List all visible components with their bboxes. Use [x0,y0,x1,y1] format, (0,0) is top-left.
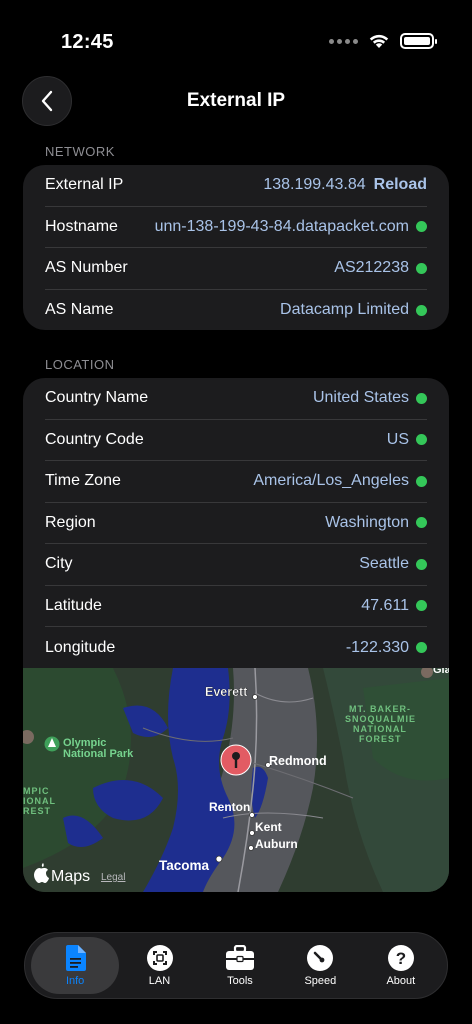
tab-label: About [386,974,416,987]
navigation-bar: External IP [0,76,472,128]
as-number-value[interactable]: AS212238 [334,259,409,277]
row-label: Country Name [45,389,149,407]
tab-bar: Info LAN Tools Speed ? About [24,932,448,999]
park-icon [44,736,60,752]
battery-icon [400,33,437,49]
row-label: AS Name [45,301,114,319]
tab-label: LAN [148,974,171,987]
map-label-forest-4: FOREST [359,734,402,744]
longitude-row: Longitude -122.330 [45,627,427,669]
tab-info[interactable]: Info [31,937,120,994]
map-label-everett: Everett [205,685,248,699]
status-bar: 12:45 [0,0,472,80]
city-row: City Seattle [45,544,427,586]
hostname-row: Hostname unn-138-199-43-84.datapacket.co… [45,207,427,248]
map-label-tacoma: Tacoma [159,858,210,873]
status-dot [416,221,427,233]
map-label-corner: Gla [433,668,449,676]
tab-speed[interactable]: Speed [280,937,360,994]
cellular-signal-icon [329,38,358,44]
region-value[interactable]: Washington [325,514,409,532]
time-zone-row: Time Zone America/Los_Angeles [45,461,427,503]
country-name-row: Country Name United States [45,378,427,420]
country-name-value[interactable]: United States [313,389,409,407]
row-label: External IP [45,176,124,194]
maps-brand: Maps [51,868,90,885]
tab-label: Speed [304,974,337,987]
map-label-redmond: Redmond [269,754,327,768]
map-label-olympic-left-2: IONAL [23,796,56,806]
status-dot [416,434,427,446]
latitude-value[interactable]: 47.611 [361,597,409,615]
tab-lan[interactable]: LAN [119,937,199,994]
row-label: Country Code [45,430,144,448]
tab-label: Info [65,974,85,987]
reload-button[interactable]: Reload [374,176,427,194]
tab-about[interactable]: ? About [361,937,441,994]
status-icons [329,33,437,49]
country-code-row: Country Code US [45,420,427,461]
status-dot [416,642,427,654]
region-row: Region Washington [45,503,427,544]
map-label-renton: Renton [209,800,250,814]
status-dot [416,262,427,274]
map-label-forest-2: SNOQUALMIE [345,714,416,724]
status-dot [416,304,427,316]
row-label: Region [45,513,96,531]
as-name-row: AS Name Datacamp Limited [45,290,427,332]
map-label-olympic-left-3: REST [23,806,51,816]
hostname-value[interactable]: unn-138-199-43-84.datapacket.com [155,218,409,236]
tab-tools[interactable]: Tools [200,937,280,994]
question-icon: ? [387,944,414,971]
map-label-forest-1: MT. BAKER- [349,704,411,714]
country-code-value[interactable]: US [387,431,409,449]
svg-text:?: ? [396,949,406,968]
map-label-forest-3: NATIONAL [353,724,407,734]
legal-link[interactable]: Legal [101,872,125,883]
as-name-value[interactable]: Datacamp Limited [280,301,409,319]
row-label: City [45,555,73,573]
row-label: Longitude [45,638,116,656]
external-ip-row: External IP 138.199.43.84 Reload [45,165,427,207]
row-label: Latitude [45,596,102,614]
speedometer-icon [307,944,334,971]
map-label-olympic-left-1: MPIC [23,786,50,796]
row-label: AS Number [45,259,128,277]
location-section-header: LOCATION [45,357,115,372]
as-number-row: AS Number AS212238 [45,248,427,290]
status-dot [416,475,427,487]
status-dot [416,558,427,570]
city-value[interactable]: Seattle [359,555,409,573]
location-map[interactable]: Everett Redmond Renton Kent Auburn Tacom… [23,668,449,892]
status-dot [416,600,427,612]
map-label-kent: Kent [255,820,282,834]
document-icon [66,944,87,971]
location-pin-icon[interactable] [220,744,252,776]
status-dot [416,392,427,404]
lan-icon [146,944,173,971]
longitude-value[interactable]: -122.330 [346,639,409,657]
map-label-auburn: Auburn [255,837,298,851]
tab-label: Tools [227,974,253,987]
network-card: External IP 138.199.43.84 Reload Hostnam… [23,165,449,330]
latitude-row: Latitude 47.611 [45,586,427,627]
status-dot [416,517,427,529]
row-label: Hostname [45,217,118,235]
wifi-icon [369,34,389,48]
time-zone-value[interactable]: America/Los_Angeles [253,472,409,490]
toolbox-icon [225,944,254,970]
status-time: 12:45 [61,31,114,53]
external-ip-value[interactable]: 138.199.43.84 [263,176,365,194]
network-section-header: NETWORK [45,144,115,159]
row-label: Time Zone [45,472,121,490]
map-label-national-park: National Park [63,748,134,760]
page-title: External IP [186,90,286,111]
